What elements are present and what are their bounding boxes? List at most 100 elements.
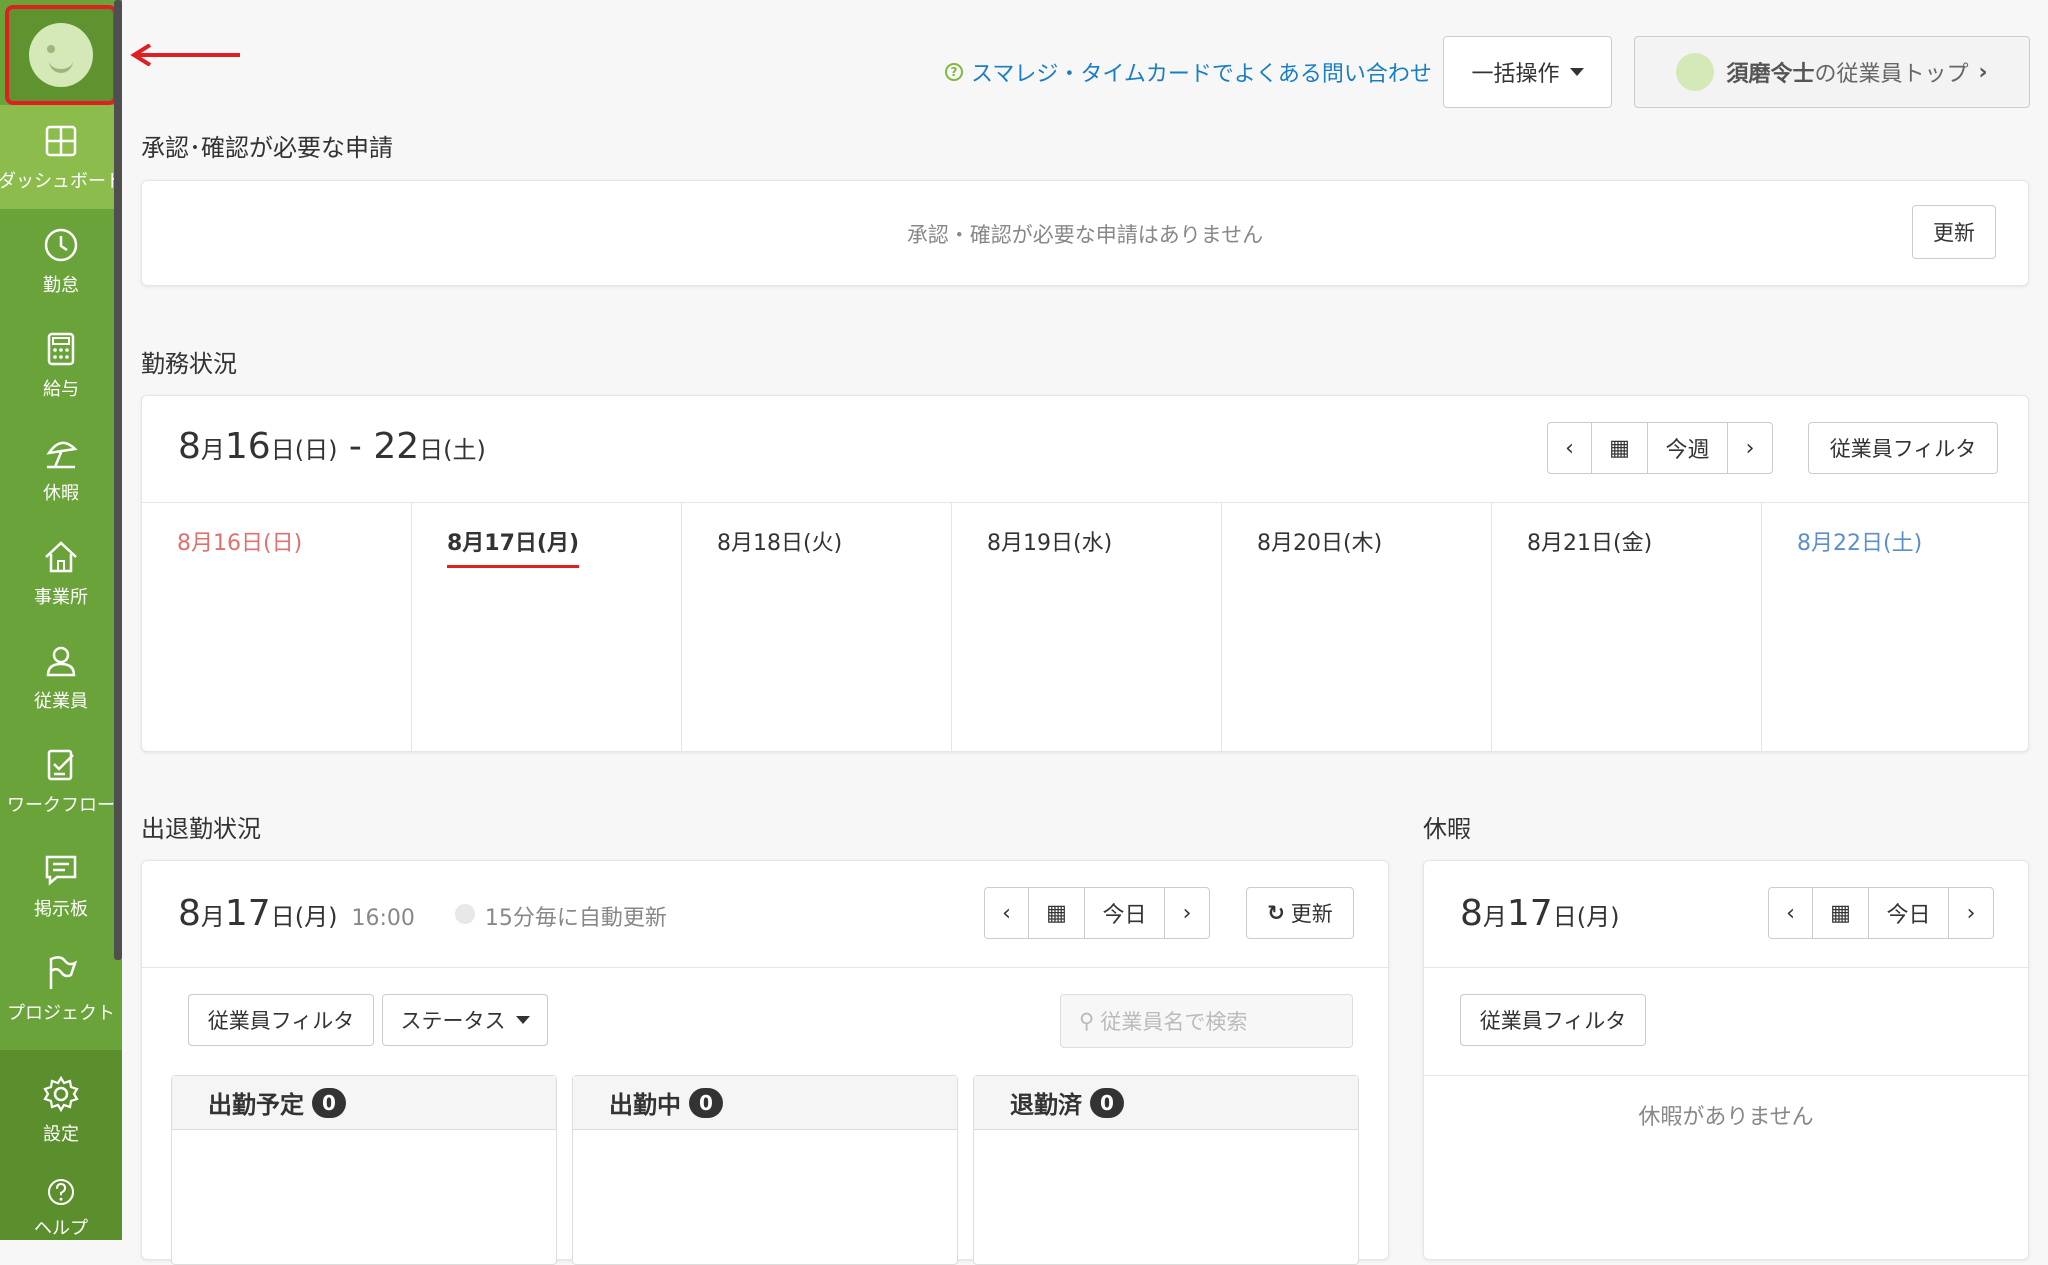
approval-panel: 承認・確認が必要な申請はありません 更新 [141, 180, 2029, 286]
attendance-employee-filter-button[interactable]: 従業員フィルタ [188, 994, 374, 1046]
caret-down-icon [1569, 68, 1584, 76]
day-column-fri[interactable]: 8月21日(金) [1492, 503, 1762, 753]
sidebar-item-help[interactable]: ヘルプ [0, 1162, 122, 1240]
help-icon [48, 1179, 74, 1205]
sidebar-item-label: ダッシュボード [0, 171, 124, 192]
bulk-action-label: 一括操作 [1471, 62, 1560, 87]
day-column-tue[interactable]: 8月18日(火) [682, 503, 952, 753]
day-column-thu[interactable]: 8月20日(木) [1222, 503, 1492, 753]
calendar-button[interactable]: ▦ [1592, 423, 1648, 473]
attendance-refresh-button[interactable]: ↻ 更新 [1246, 887, 1354, 939]
prev-week-button[interactable]: ‹ [1548, 423, 1592, 473]
user-name: 須磨令士 [1726, 62, 1815, 87]
scheduled-column: 出勤予定 0 [171, 1075, 557, 1265]
sidebar-item-settings[interactable]: 設定 [0, 1058, 122, 1162]
auto-refresh-label: 15分毎に自動更新 [484, 906, 667, 931]
day-column-wed[interactable]: 8月19日(水) [952, 503, 1222, 753]
vacation-month: 8 [1460, 893, 1483, 934]
home-icon [45, 541, 77, 573]
attendance-refresh-label: 更新 [1290, 902, 1333, 926]
refresh-icon: ↻ [1267, 901, 1285, 925]
day-column-sat[interactable]: 8月22日(土) [1762, 503, 2028, 753]
next-day-button[interactable]: › [1949, 888, 1993, 938]
sidebar-item-label: 休暇 [43, 483, 79, 504]
approval-title: 承認･確認が必要な申請 [141, 134, 393, 162]
calendar-icon: ▦ [1609, 435, 1630, 461]
vacation-panel: 8月17日(月) ‹ ▦ 今日 › 従業員フィルタ 休暇がありません [1423, 860, 2029, 1260]
approval-refresh-button[interactable]: 更新 [1912, 205, 1996, 259]
range-day-start: 16 [224, 426, 271, 467]
sidebar-item-project[interactable]: プロジェクト [0, 937, 122, 1041]
sidebar-item-employees[interactable]: 従業員 [0, 625, 122, 729]
sidebar-item-dashboard[interactable]: ダッシュボード [0, 105, 124, 209]
dashboard-icon [45, 125, 77, 157]
sidebar-item-vacation[interactable]: 休暇 [0, 417, 122, 521]
vacation-title: 休暇 [1423, 815, 1471, 843]
working-label: 出勤中 [609, 1091, 681, 1119]
divider [1424, 967, 2028, 968]
sidebar-item-payroll[interactable]: 給与 [0, 313, 122, 417]
sidebar-item-label: 給与 [43, 379, 79, 400]
search-placeholder: 従業員名で検索 [1100, 1010, 1248, 1034]
sidebar-item-label: 事業所 [34, 587, 88, 608]
faq-link[interactable]: ? スマレジ・タイムカードでよくある問い合わせ [945, 56, 1432, 88]
logo-button[interactable] [5, 5, 117, 105]
today-button[interactable]: 今日 [1869, 888, 1949, 938]
attendance-month: 8 [178, 893, 201, 934]
range-separator: - [337, 426, 374, 467]
calendar-button[interactable]: ▦ [1029, 888, 1085, 938]
left-label: 退勤済 [1010, 1091, 1082, 1119]
range-weekday-end: (土) [443, 436, 486, 464]
left-column-header: 退勤済 0 [974, 1076, 1358, 1130]
sidebar-item-workflow[interactable]: ワークフロー [0, 729, 122, 833]
range-month: 8 [178, 426, 201, 467]
annotation-arrow-icon [130, 44, 240, 66]
approval-empty-text: 承認・確認が必要な申請はありません [906, 223, 1264, 247]
scheduled-label: 出勤予定 [208, 1091, 304, 1119]
calendar-button[interactable]: ▦ [1813, 888, 1869, 938]
sidebar-item-label: ワークフロー [7, 795, 115, 816]
sidebar-item-board[interactable]: 掲示板 [0, 833, 122, 937]
sidebar-item-office[interactable]: 事業所 [0, 521, 122, 625]
divider [142, 967, 1388, 968]
scheduled-count-badge: 0 [312, 1087, 346, 1118]
working-column: 出勤中 0 [572, 1075, 958, 1265]
attendance-title: 出退勤状況 [141, 815, 261, 843]
employee-top-button[interactable]: 須磨令士 の従業員トップ › [1634, 36, 2030, 108]
chevron-right-icon: › [1978, 59, 1988, 85]
left-count-badge: 0 [1090, 1087, 1124, 1118]
bulk-action-button[interactable]: 一括操作 [1443, 36, 1612, 108]
attendance-weekday: (月) [294, 903, 338, 931]
vacation-employee-filter-button[interactable]: 従業員フィルタ [1460, 994, 1646, 1046]
sidebar: ダッシュボード 勤怠 給与 休暇 事業所 従業員 ワークフロー 掲示板 プロジェ… [0, 0, 124, 1240]
calendar-icon: ▦ [1046, 900, 1067, 926]
checklist-icon [47, 749, 74, 781]
status-dropdown[interactable]: ステータス [382, 994, 548, 1046]
sidebar-item-attendance[interactable]: 勤怠 [0, 209, 122, 313]
calculator-icon [47, 332, 75, 366]
week-nav: ‹ ▦ 今週 › [1547, 422, 1773, 474]
day-column-mon[interactable]: 8月17日(月) [412, 503, 682, 753]
sidebar-item-label: 設定 [43, 1124, 79, 1145]
next-day-button[interactable]: › [1165, 888, 1209, 938]
work-employee-filter-button[interactable]: 従業員フィルタ [1808, 422, 1998, 474]
caret-down-icon [515, 1016, 530, 1024]
smile-logo-icon [29, 23, 93, 87]
auto-refresh-indicator-icon [454, 903, 475, 924]
prev-day-button[interactable]: ‹ [985, 888, 1029, 938]
sidebar-scrollbar[interactable] [114, 0, 122, 960]
this-week-button[interactable]: 今週 [1648, 423, 1728, 473]
sidebar-item-label: ヘルプ [34, 1218, 88, 1239]
search-icon: ⚲ [1079, 1009, 1095, 1033]
prev-day-button[interactable]: ‹ [1769, 888, 1813, 938]
employee-search-input[interactable]: ⚲ 従業員名で検索 [1060, 994, 1353, 1048]
beach-umbrella-icon [46, 441, 78, 469]
day-label-today: 8月17日(月) [447, 525, 580, 568]
range-day-end: 22 [373, 426, 420, 467]
day-column-sun[interactable]: 8月16日(日) [142, 503, 412, 753]
next-week-button[interactable]: › [1728, 423, 1772, 473]
working-column-header: 出勤中 0 [573, 1076, 957, 1130]
left-column: 退勤済 0 [973, 1075, 1359, 1265]
range-weekday-start: (日) [294, 436, 338, 464]
today-button[interactable]: 今日 [1085, 888, 1165, 938]
